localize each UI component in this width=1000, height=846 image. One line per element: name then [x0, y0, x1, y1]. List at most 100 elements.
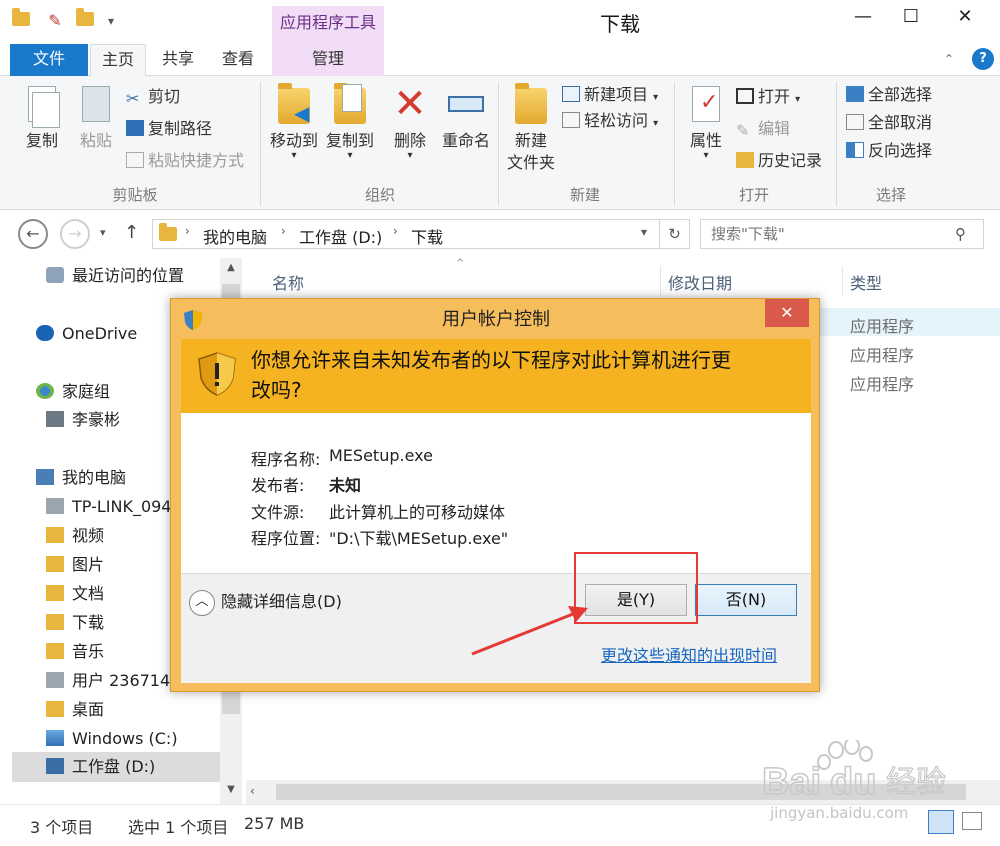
ribbon: 复制 粘贴 ✂ 剪切 复制路径 粘贴快捷方式 剪贴板 ◀ 移动到 ▾ 复制到 ▾ ✕ …: [0, 76, 1000, 210]
folder-icon: [159, 223, 177, 245]
recent-places-icon: [46, 267, 64, 283]
properties-button[interactable]: ✓ 属性 ▾: [682, 82, 730, 161]
easy-access-label: 轻松访问: [584, 111, 649, 130]
maximize-button[interactable]: ☐: [888, 2, 934, 32]
scroll-up-icon[interactable]: ▲: [222, 262, 240, 273]
nav-item-pictures[interactable]: 图片: [46, 553, 104, 577]
tab-share[interactable]: 共享: [150, 44, 206, 76]
uac-title: 用户帐户控制: [442, 309, 550, 330]
move-to-icon: ◀: [274, 82, 314, 126]
search-placeholder: 搜索"下载": [711, 225, 785, 243]
nav-item-homegroup[interactable]: 家庭组: [36, 380, 110, 404]
nav-item-videos[interactable]: 视频: [46, 524, 104, 548]
tab-view[interactable]: 查看: [210, 44, 266, 76]
help-icon[interactable]: ?: [972, 48, 994, 70]
uac-close-button[interactable]: ✕: [765, 299, 809, 327]
nav-item-desktop[interactable]: 桌面: [46, 698, 104, 722]
breadcrumb-downloads[interactable]: 下载: [411, 224, 443, 248]
scroll-down-icon[interactable]: ▼: [222, 784, 240, 795]
refresh-icon[interactable]: ↻: [660, 219, 690, 249]
nav-item-homegroup-user[interactable]: 李豪彬: [46, 408, 120, 432]
breadcrumb-this-pc[interactable]: 我的电脑: [203, 224, 267, 248]
move-to-button[interactable]: ◀ 移动到 ▾: [266, 82, 322, 161]
delete-button[interactable]: ✕ 删除 ▾: [388, 82, 432, 161]
ribbon-separator: [836, 82, 837, 206]
uac-details: 程序名称: MESetup.exe 发布者: 未知 文件源: 此计算机上的可移动…: [181, 413, 811, 573]
drive-d-icon: [46, 758, 64, 774]
minimize-button[interactable]: —: [840, 2, 886, 32]
no-button[interactable]: 否(N): [695, 584, 797, 616]
tab-file[interactable]: 文件: [10, 44, 88, 76]
nav-item-user[interactable]: 用户 236714: [46, 669, 170, 693]
nav-label: 音乐: [72, 642, 105, 661]
close-window-button[interactable]: ✕: [934, 2, 996, 32]
breadcrumb-drive-d[interactable]: 工作盘 (D:): [299, 224, 382, 248]
ribbon-collapse-icon[interactable]: ⌃: [940, 50, 958, 68]
back-button[interactable]: ←: [18, 219, 48, 249]
address-bar-row: ← → ▾ ↑ › 我的电脑 › 工作盘 (D:) › 下载 ▾ ↻ 搜索"下载…: [0, 210, 1000, 258]
forward-button[interactable]: →: [60, 219, 90, 249]
nav-item-this-pc[interactable]: 我的电脑: [36, 466, 126, 490]
cut-label: 剪切: [148, 87, 181, 106]
nav-item-documents[interactable]: 文档: [46, 582, 104, 606]
paste-shortcut-button[interactable]: 粘贴快捷方式: [126, 148, 244, 174]
recent-locations-icon[interactable]: ▾: [100, 226, 106, 239]
nav-label: 下载: [72, 613, 105, 632]
up-arrow-icon[interactable]: ↑: [124, 222, 139, 243]
new-folder-button[interactable]: 新建 文件夹: [504, 82, 558, 174]
paste-button[interactable]: 粘贴: [72, 82, 120, 152]
copy-path-button[interactable]: 复制路径: [126, 116, 212, 142]
cut-button[interactable]: ✂ 剪切: [126, 84, 180, 110]
copy-path-label: 复制路径: [148, 119, 213, 138]
column-separator: [660, 266, 661, 296]
nav-item-recent[interactable]: 最近访问的位置: [46, 264, 184, 288]
nav-label: TP-LINK_094: [72, 497, 172, 516]
new-item-button[interactable]: 新建项目 ▾: [562, 82, 658, 108]
change-notification-link[interactable]: 更改这些通知的出现时间: [601, 642, 777, 666]
nav-item-onedrive[interactable]: OneDrive: [36, 322, 137, 346]
scroll-left-icon[interactable]: ‹: [250, 784, 255, 798]
new-folder-label-line1: 新建: [514, 131, 547, 150]
tab-manage[interactable]: 管理: [272, 44, 384, 76]
paste-shortcut-label: 粘贴快捷方式: [148, 151, 245, 170]
search-input[interactable]: 搜索"下载" ⚲: [700, 219, 984, 249]
nav-label: 视频: [72, 526, 105, 545]
nav-item-downloads[interactable]: 下载: [46, 611, 104, 635]
hide-details-label: 隐藏详细信息(D): [221, 592, 342, 611]
copy-icon: [22, 82, 62, 128]
properties-quick-icon[interactable]: ✎: [44, 10, 66, 32]
history-button[interactable]: 历史记录: [736, 148, 822, 174]
tab-home[interactable]: 主页: [90, 44, 146, 76]
watermark-brand-2: du: [830, 761, 876, 803]
hide-details-toggle[interactable]: ︿ 隐藏详细信息(D): [189, 588, 342, 616]
open-button[interactable]: 打开 ▾: [736, 84, 800, 110]
address-dropdown-icon[interactable]: ▾: [641, 225, 647, 239]
invert-selection-button[interactable]: 反向选择: [846, 138, 932, 164]
quick-access-dropdown-icon[interactable]: ▾: [100, 10, 122, 32]
column-header-type[interactable]: 类型: [850, 270, 882, 294]
column-header-modified[interactable]: 修改日期: [668, 270, 732, 294]
column-header-name[interactable]: 名称: [272, 270, 304, 294]
select-all-button[interactable]: 全部选择: [846, 82, 932, 108]
nav-item-drive-c[interactable]: Windows (C:): [46, 727, 178, 751]
new-item-icon: [562, 86, 580, 102]
nav-label: 用户 236714: [72, 671, 171, 690]
copy-to-button[interactable]: 复制到 ▾: [322, 82, 378, 161]
copy-to-icon: [330, 82, 370, 126]
nav-item-drive-d[interactable]: 工作盘 (D:): [46, 755, 155, 779]
breadcrumb-separator: ›: [281, 224, 286, 238]
nav-label: 图片: [72, 555, 105, 574]
new-folder-quick-icon[interactable]: [74, 8, 96, 32]
file-type-cell: 应用程序: [850, 375, 915, 394]
rename-button[interactable]: 重命名: [438, 82, 494, 152]
open-icon: [736, 88, 754, 104]
properties-icon: ✓: [686, 82, 726, 126]
select-none-button[interactable]: 全部取消: [846, 110, 932, 136]
clipboard-group-label: 剪贴板: [112, 186, 158, 204]
nav-item-music[interactable]: 音乐: [46, 640, 104, 664]
address-field[interactable]: › 我的电脑 › 工作盘 (D:) › 下载 ▾: [152, 219, 660, 249]
nav-item-tplink[interactable]: TP-LINK_094: [46, 495, 171, 519]
edit-button[interactable]: ✎ 编辑: [736, 116, 790, 142]
copy-button[interactable]: 复制: [18, 82, 66, 152]
easy-access-button[interactable]: 轻松访问 ▾: [562, 108, 658, 134]
